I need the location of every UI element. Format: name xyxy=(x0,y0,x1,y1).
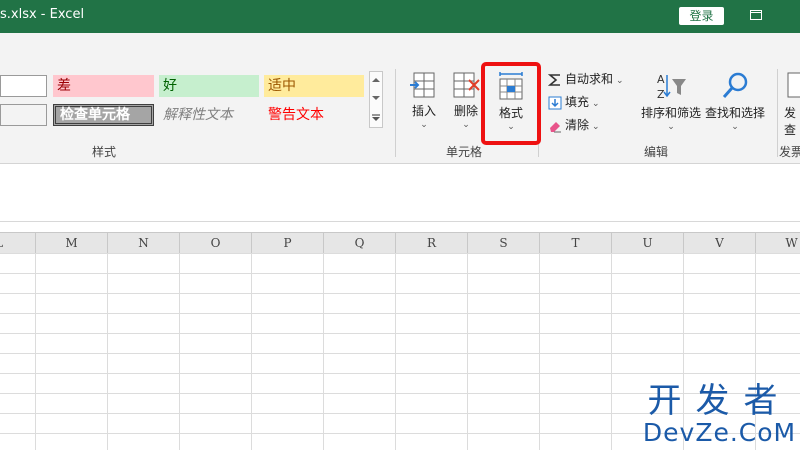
column-header[interactable]: R xyxy=(396,233,468,253)
style-warning-text[interactable]: 警告文本 xyxy=(264,104,364,126)
column-header[interactable]: S xyxy=(468,233,540,253)
grid-column-line xyxy=(611,253,612,450)
chevron-down-icon: ⌄ xyxy=(667,122,675,132)
column-header[interactable]: O xyxy=(180,233,252,253)
column-header[interactable]: Q xyxy=(324,233,396,253)
column-header[interactable]: V xyxy=(684,233,756,253)
column-header[interactable]: P xyxy=(252,233,324,253)
chevron-down-icon: ⌄ xyxy=(731,122,739,132)
ribbon: 差 好 适中 检查单元格 解释性文本 警告文本 样式 插入 ⌄ 删除 ⌄ 格式 … xyxy=(0,33,800,164)
invoice-label-mid: 查 xyxy=(784,123,797,137)
fill-down-icon xyxy=(548,96,562,109)
style-normal-top[interactable] xyxy=(0,75,47,97)
grid-column-line xyxy=(539,253,540,450)
grid-column-line xyxy=(35,253,36,450)
column-header[interactable]: U xyxy=(612,233,684,253)
grid-column-line xyxy=(467,253,468,450)
watermark-en: DevZe.CoM xyxy=(642,418,797,447)
gallery-down-arrow-icon[interactable] xyxy=(372,96,380,100)
autosum-label: 自动求和 xyxy=(565,72,614,86)
column-headers: LMNOPQRSTUVW xyxy=(0,232,800,254)
watermark: 开发者 DevZe.CoM xyxy=(642,383,797,447)
fill-button[interactable]: 填充 ⌄ xyxy=(548,92,600,112)
delete-label: 删除 xyxy=(453,104,478,118)
delete-button[interactable]: 删除 ⌄ xyxy=(448,71,484,130)
find-select-button[interactable]: 查找和选择 ⌄ xyxy=(702,71,768,132)
fill-label: 填充 xyxy=(565,95,590,109)
column-header[interactable]: M xyxy=(36,233,108,253)
insert-label: 插入 xyxy=(411,104,436,118)
sort-filter-button[interactable]: A Z 排序和筛选 ⌄ xyxy=(638,71,704,132)
chevron-down-icon: ⌄ xyxy=(592,122,600,132)
autosum-button[interactable]: 自动求和 ⌄ xyxy=(547,69,624,89)
gallery-scrollbar[interactable] xyxy=(369,71,383,128)
style-neutral[interactable]: 适中 xyxy=(264,75,364,97)
column-header[interactable]: L xyxy=(0,233,36,253)
style-good[interactable]: 好 xyxy=(159,75,259,97)
svg-text:Z: Z xyxy=(657,88,665,101)
find-select-label: 查找和选择 xyxy=(704,106,765,120)
login-button[interactable]: 登录 xyxy=(679,7,724,25)
column-header[interactable]: W xyxy=(756,233,800,253)
sigma-icon xyxy=(547,73,560,86)
separator xyxy=(777,69,778,157)
column-header[interactable]: T xyxy=(540,233,612,253)
insert-button[interactable]: 插入 ⌄ xyxy=(406,71,442,130)
window-title: s.xlsx - Excel xyxy=(0,7,85,22)
style-explanatory-text[interactable]: 解释性文本 xyxy=(159,104,259,126)
svg-text:A: A xyxy=(657,73,665,86)
watermark-cn: 开发者 xyxy=(647,381,792,421)
grid-column-line xyxy=(395,253,396,450)
gallery-more-icon[interactable] xyxy=(372,114,380,122)
invoice-icon xyxy=(787,72,800,98)
highlight-box xyxy=(481,62,541,145)
invoice-button[interactable]: 发 查 xyxy=(784,71,800,138)
search-icon xyxy=(722,72,748,98)
clear-button[interactable]: 清除 ⌄ xyxy=(548,115,600,135)
grid-column-line xyxy=(251,253,252,450)
ribbon-display-icon[interactable] xyxy=(750,10,762,20)
formula-area[interactable] xyxy=(0,164,800,222)
chevron-down-icon: ⌄ xyxy=(616,76,624,86)
chevron-down-icon: ⌄ xyxy=(592,99,600,109)
column-header[interactable]: N xyxy=(108,233,180,253)
chevron-down-icon: ⌄ xyxy=(462,120,470,130)
styles-group-label: 样式 xyxy=(92,145,117,159)
cells-group-label: 单元格 xyxy=(446,145,483,159)
grid-column-line xyxy=(323,253,324,450)
gallery-up-arrow-icon[interactable] xyxy=(372,78,380,82)
style-bad[interactable]: 差 xyxy=(53,75,154,97)
sort-filter-label: 排序和筛选 xyxy=(640,106,701,120)
delete-cells-icon xyxy=(453,72,480,98)
chevron-down-icon: ⌄ xyxy=(420,120,428,130)
separator xyxy=(395,69,396,157)
invoice-label-top: 发 xyxy=(784,106,797,120)
title-bar: s.xlsx - Excel 登录 xyxy=(0,0,800,33)
style-normal-bottom[interactable] xyxy=(0,104,47,126)
style-check-cell[interactable]: 检查单元格 xyxy=(53,104,154,126)
editing-group-label: 编辑 xyxy=(644,145,669,159)
grid-column-line xyxy=(179,253,180,450)
eraser-icon xyxy=(550,121,561,132)
clear-label: 清除 xyxy=(565,118,590,132)
invoice-group-label: 发票 xyxy=(779,145,800,159)
grid-column-line xyxy=(107,253,108,450)
sort-filter-icon: A Z xyxy=(657,73,686,101)
insert-cells-icon xyxy=(410,72,435,98)
